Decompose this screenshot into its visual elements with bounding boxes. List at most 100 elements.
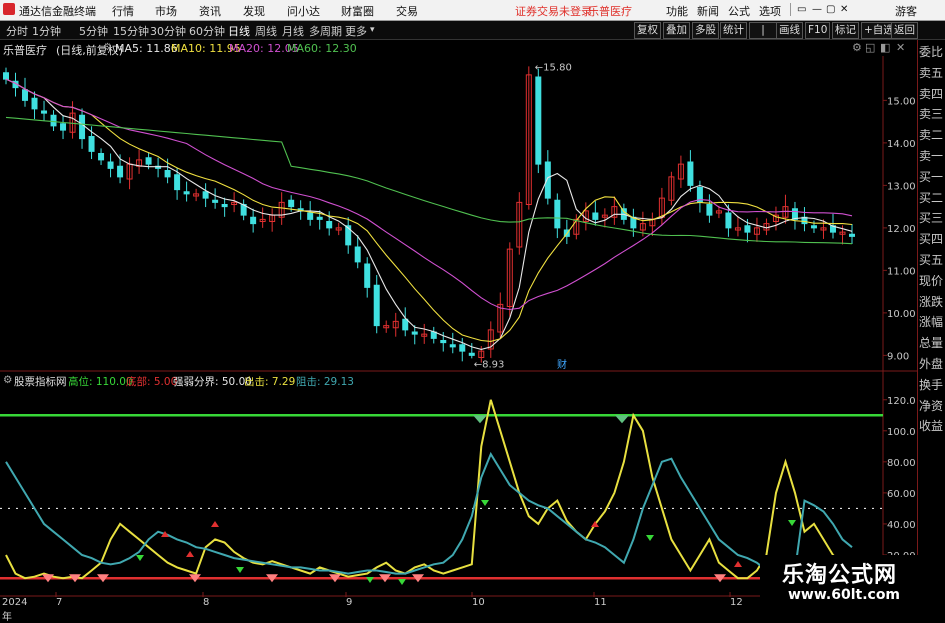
candle-body <box>221 204 228 208</box>
candle-body <box>174 174 181 191</box>
indicator-settings-icon[interactable]: ⚙ <box>3 374 12 386</box>
candle-body <box>98 153 105 161</box>
param-high: 高位: 110.00 <box>68 376 133 388</box>
panel-label: 卖四 <box>919 86 944 101</box>
period-more[interactable]: 更多 <box>345 23 367 39</box>
high-price-label: ←15.80 <box>535 62 572 73</box>
candle-body <box>145 157 152 165</box>
btn-fuquan[interactable]: 复权 <box>634 22 661 39</box>
btn-duogu[interactable]: 多股 <box>692 22 719 39</box>
period-toolbar: 分时 1分钟 5分钟 15分钟 30分钟 60分钟 日线 周线 月线 多周期 更… <box>0 21 945 40</box>
menu-wenxiaoda[interactable]: 问小达 <box>287 3 320 19</box>
panel-label: 买一 <box>919 169 944 184</box>
panel-label: 卖一 <box>919 149 944 163</box>
date-label: 12 <box>730 597 743 608</box>
period-weekly[interactable]: 周线 <box>255 23 277 39</box>
candle-body <box>592 212 599 220</box>
price-tick-label: 13.00 <box>887 181 916 192</box>
indicator-title: 股票指标网 <box>14 376 67 388</box>
candle-body <box>88 136 95 152</box>
watermark: 乐淘公式网 www.60lt.com <box>760 555 920 609</box>
candle-body <box>288 199 295 208</box>
date-label: 9 <box>346 597 353 608</box>
panel-label: 买四 <box>919 232 944 247</box>
panel-label: 总量 <box>919 336 944 351</box>
menu-jiaoyi[interactable]: 交易 <box>396 3 418 19</box>
menu-hangqing[interactable]: 行情 <box>112 3 134 19</box>
param-out: 出击: 7.29 <box>244 376 296 388</box>
menu-faxian[interactable]: 发现 <box>243 3 265 19</box>
menu-zixun[interactable]: 资讯 <box>199 3 221 19</box>
close-icon[interactable]: ✕ <box>840 4 848 15</box>
btn-fanhui[interactable]: 返回 <box>891 22 918 39</box>
period-monthly[interactable]: 月线 <box>282 23 304 39</box>
candle-body <box>544 161 551 199</box>
menu-gongshi[interactable]: 公式 <box>728 3 750 19</box>
chart-area[interactable]: 15.00 14.00 13.00 12.00 11.00 10.00 9.00 ←15.80… <box>0 56 917 597</box>
close-chart-icon[interactable]: ✕ <box>896 41 905 54</box>
period-60min[interactable]: 60分钟 <box>189 23 225 39</box>
menu-caifuquan[interactable]: 财富圈 <box>341 3 374 19</box>
btn-diejia[interactable]: 叠加 <box>663 22 690 39</box>
restore-icon[interactable]: ◱ <box>865 41 875 54</box>
candle-body <box>430 331 437 339</box>
indicator-line-2 <box>5 451 853 577</box>
period-multi[interactable]: 多周期 <box>309 23 342 39</box>
menu-bar: 通达信金融终端 行情 市场 资讯 发现 问小达 财富圈 交易 证券交易未登录 乐… <box>0 0 945 21</box>
watermark-title: 乐淘公式网 <box>782 563 898 588</box>
candle-body <box>164 170 171 178</box>
settings-gear-icon[interactable]: ⚙ <box>103 42 112 53</box>
candle-body <box>117 165 124 178</box>
guest-label[interactable]: 游客 <box>895 3 917 19</box>
candle-body <box>307 212 314 220</box>
stock-name-label: 乐普医疗 <box>588 5 632 18</box>
candle-body <box>326 221 333 229</box>
period-30min[interactable]: 30分钟 <box>150 23 186 39</box>
param-mid: 强弱分界: 50.00 <box>173 376 252 388</box>
candle-body <box>554 199 561 229</box>
candle-body <box>31 97 38 110</box>
candle-body <box>202 191 209 199</box>
candle-body <box>41 110 48 114</box>
maximize-icon[interactable]: ▢ <box>826 4 835 15</box>
candle-body <box>250 216 257 225</box>
date-label: 7 <box>56 597 63 608</box>
price-tick-label: 10.00 <box>887 309 916 320</box>
btn-biaoji[interactable]: 标记 <box>832 22 859 39</box>
arrow-down-icon <box>136 555 144 561</box>
menu-xuanxiang[interactable]: 选项 <box>759 3 781 19</box>
period-daily[interactable]: 日线 <box>228 23 250 39</box>
arrow-up-icon <box>211 521 219 527</box>
minimize-icon[interactable]: — <box>812 4 822 15</box>
btn-tongji[interactable]: 统计 <box>720 22 747 39</box>
candle-body <box>449 344 456 348</box>
menu-shichang[interactable]: 市场 <box>155 3 177 19</box>
arrow-down-icon <box>366 577 374 583</box>
pin-icon[interactable]: ◧ <box>880 41 890 54</box>
chevron-down-icon[interactable]: ▾ <box>370 25 375 35</box>
candle-body <box>3 72 9 80</box>
period-fenshi[interactable]: 分时 <box>6 23 28 39</box>
arrow-down-icon <box>398 579 406 585</box>
ind-tick-label: 100.0 <box>887 427 916 438</box>
btn-huaxian[interactable]: 画线 <box>776 22 803 39</box>
menu-xinwen[interactable]: 新闻 <box>697 3 719 19</box>
candle-body <box>22 89 29 101</box>
date-label: 8 <box>203 597 210 608</box>
ind-tick-label: 40.00 <box>887 520 916 531</box>
candle-body <box>364 263 371 288</box>
menu-gongneng[interactable]: 功能 <box>666 3 688 19</box>
msg-icon[interactable]: ▭ <box>797 4 806 15</box>
period-15min[interactable]: 15分钟 <box>113 23 149 39</box>
trade-login-notice[interactable]: 证券交易未登录 <box>515 3 592 19</box>
period-5min[interactable]: 5分钟 <box>79 23 108 39</box>
candle-body <box>411 331 418 335</box>
top-signal-icon <box>473 415 487 424</box>
period-1min[interactable]: 1分钟 <box>32 23 61 39</box>
candle-body <box>849 233 855 237</box>
candle-body <box>79 114 86 140</box>
candle-body <box>810 225 817 229</box>
tool-icon[interactable]: ⚙ <box>852 41 862 54</box>
btn-f10[interactable]: F10 <box>805 22 831 39</box>
menu-separator <box>790 3 791 16</box>
